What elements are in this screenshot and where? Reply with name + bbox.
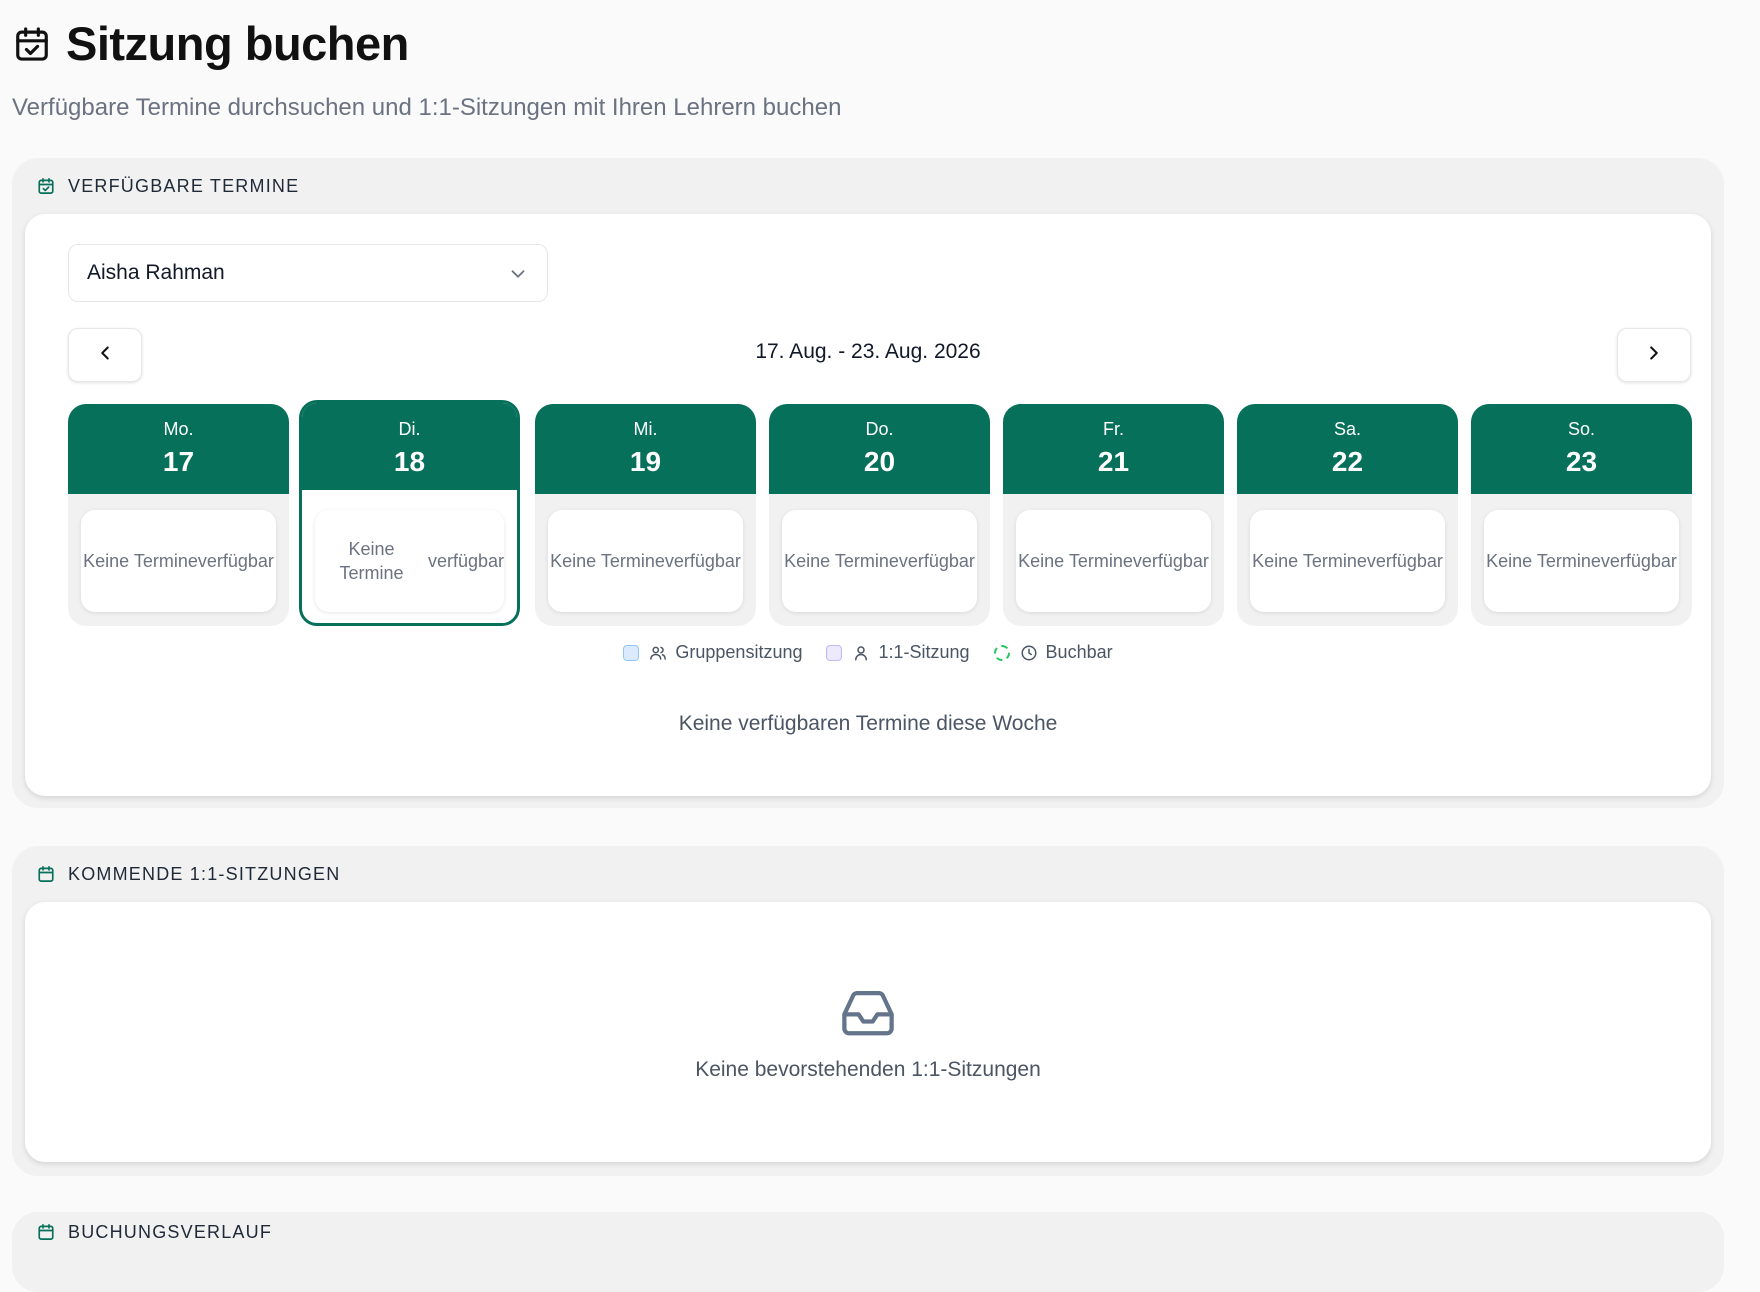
day-column-sa[interactable]: Sa. 22 Keine Termine verfügbar [1237, 404, 1458, 626]
calendar-icon [36, 1222, 56, 1242]
booking-history-section: BUCHUNGSVERLAUF [12, 1212, 1724, 1292]
section-header: KOMMENDE 1:1-SITZUNGEN [12, 846, 1724, 902]
day-empty-slot: Keine Termine verfügbar [548, 510, 743, 612]
legend-label: Buchbar [1045, 642, 1113, 662]
day-column-mi[interactable]: Mi. 19 Keine Termine verfügbar [535, 404, 756, 626]
calendar-check-icon [12, 23, 52, 65]
day-empty-slot: Keine Termine verfügbar [81, 510, 276, 612]
day-empty-slot: Keine Termine verfügbar [1016, 510, 1211, 612]
teacher-select[interactable]: Aisha Rahman [68, 244, 548, 302]
section-header: VERFÜGBARE TERMINE [12, 158, 1724, 214]
title-row: Sitzung buchen [12, 14, 1712, 74]
day-header: Mi. 19 [535, 404, 756, 494]
user-icon [852, 644, 870, 662]
day-name: Do. [865, 419, 894, 439]
section-title: BUCHUNGSVERLAUF [68, 1221, 273, 1242]
day-empty-slot: Keine Termine verfügbar [1484, 510, 1679, 612]
day-header: Fr. 21 [1003, 404, 1224, 494]
day-number: 20 [863, 446, 896, 477]
day-name: Di. [398, 419, 421, 439]
inbox-icon [839, 986, 897, 1038]
chevron-right-icon [1643, 342, 1665, 369]
day-number: 23 [1565, 446, 1598, 477]
available-slots-section: VERFÜGBARE TERMINE Aisha Rahman 17. Aug.… [12, 158, 1724, 808]
group-swatch [623, 644, 640, 661]
day-number: 17 [162, 446, 195, 477]
legend-item-bookable: Buchbar [993, 642, 1113, 663]
section-header: BUCHUNGSVERLAUF [12, 1212, 1724, 1252]
day-header: Sa. 22 [1237, 404, 1458, 494]
upcoming-sessions-panel: Keine bevorstehenden 1:1-Sitzungen [25, 902, 1711, 1162]
one-on-one-swatch [826, 644, 843, 661]
day-empty-slot: Keine Termine verfügbar [782, 510, 977, 612]
day-name: Mi. [633, 419, 658, 439]
day-column-so[interactable]: So. 23 Keine Termine verfügbar [1471, 404, 1692, 626]
empty-state: Keine bevorstehenden 1:1-Sitzungen [25, 986, 1711, 1082]
week-days: Mo. 17 Keine Termine verfügbar Di. 18 Kei… [68, 400, 1692, 630]
day-header: Do. 20 [769, 404, 990, 494]
page-subtitle: Verfügbare Termine durchsuchen und 1:1-S… [12, 94, 842, 121]
calendar-check-icon [36, 176, 56, 196]
legend-item-one-on-one: 1:1-Sitzung [826, 642, 970, 663]
chevron-down-icon [507, 263, 529, 285]
clock-icon [1020, 644, 1038, 662]
users-icon [649, 644, 667, 662]
next-week-button[interactable] [1617, 328, 1691, 382]
day-number: 18 [393, 446, 426, 477]
section-title: KOMMENDE 1:1-SITZUNGEN [68, 863, 341, 884]
calendar-icon [36, 864, 56, 884]
section-title: VERFÜGBARE TERMINE [68, 175, 300, 196]
empty-state-message: Keine bevorstehenden 1:1-Sitzungen [695, 1058, 1041, 1081]
day-empty-slot: Keine Termine verfügbar [315, 510, 504, 612]
teacher-select-value: Aisha Rahman [87, 261, 225, 284]
empty-week-message: Keine verfügbaren Termine diese Woche [678, 712, 1058, 735]
bookable-swatch [993, 644, 1010, 661]
day-number: 21 [1097, 446, 1130, 477]
day-number: 19 [629, 446, 662, 477]
day-name: Sa. [1333, 419, 1362, 439]
legend-label: Gruppensitzung [675, 642, 803, 662]
legend-item-group: Gruppensitzung [623, 642, 802, 663]
day-empty-slot: Keine Termine verfügbar [1250, 510, 1445, 612]
day-name: So. [1567, 419, 1596, 439]
day-header: Mo. 17 [68, 404, 289, 494]
day-column-do[interactable]: Do. 20 Keine Termine verfügbar [769, 404, 990, 626]
day-column-mo[interactable]: Mo. 17 Keine Termine verfügbar [68, 404, 289, 626]
legend-label: 1:1-Sitzung [878, 642, 970, 662]
day-column-fr[interactable]: Fr. 21 Keine Termine verfügbar [1003, 404, 1224, 626]
legend: Gruppensitzung 1:1-Sitzung Buchbar [25, 642, 1711, 663]
day-header: So. 23 [1471, 404, 1692, 494]
day-name: Fr. [1103, 419, 1124, 439]
week-range: 17. Aug. - 23. Aug. 2026 [755, 340, 981, 363]
available-slots-panel: Aisha Rahman 17. Aug. - 23. Aug. 2026 Mo… [25, 214, 1711, 796]
page-title: Sitzung buchen [66, 17, 409, 70]
day-header: Di. 18 [302, 403, 517, 490]
page-header: Sitzung buchen Verfügbare Termine durchs… [12, 14, 1712, 122]
day-column-di[interactable]: Di. 18 Keine Termine verfügbar [299, 400, 520, 626]
day-number: 22 [1331, 446, 1364, 477]
upcoming-sessions-section: KOMMENDE 1:1-SITZUNGEN Keine bevorstehen… [12, 846, 1724, 1176]
day-name: Mo. [163, 419, 194, 439]
